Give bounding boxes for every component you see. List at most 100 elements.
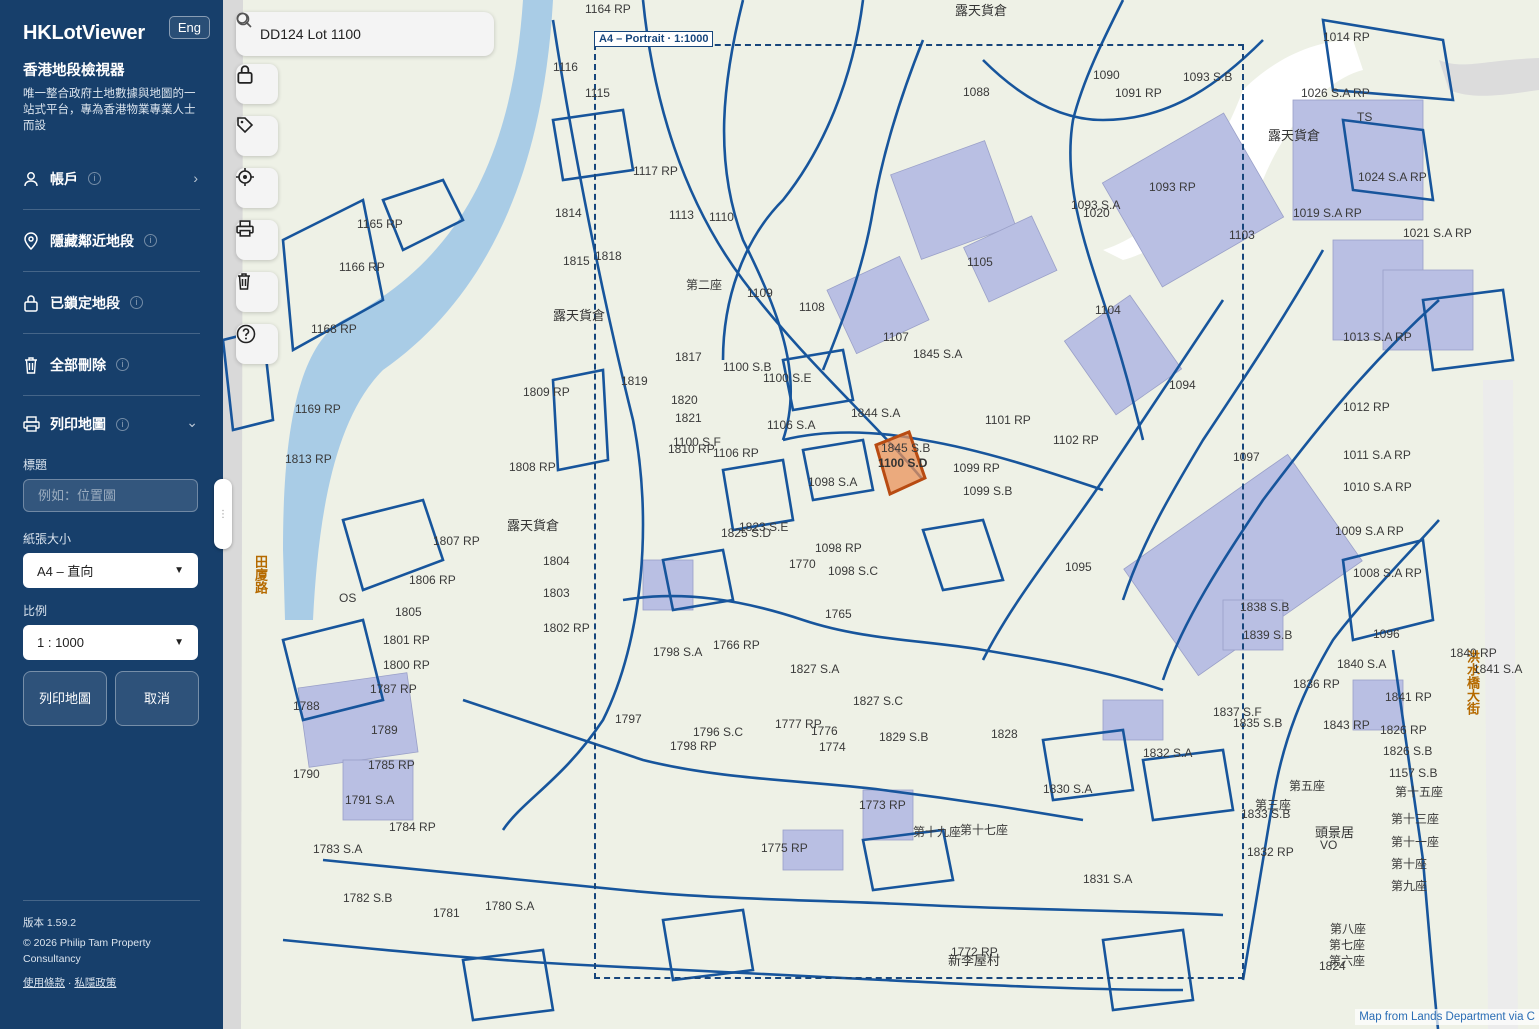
delete-tool-button[interactable] [236,272,278,312]
lot-label[interactable]: 1098 RP [815,541,862,555]
lot-label[interactable]: 1832 RP [1247,845,1294,859]
lot-label[interactable]: 1813 RP [285,452,332,466]
lot-label[interactable]: 1099 S.B [963,484,1012,498]
lot-label[interactable]: 1798 RP [670,739,717,753]
lot-label[interactable]: 第十七座 [960,821,1008,838]
map-canvas[interactable]: A4 – Portrait · 1:1000 露天貨倉 露天貨倉 露天貨倉 露天… [223,0,1539,1029]
info-icon[interactable]: i [88,172,101,185]
info-icon[interactable]: i [130,296,143,309]
lot-label[interactable]: 1772 RP [951,945,998,959]
lot-label[interactable]: 第十九座 [913,823,961,840]
lock-tool-button[interactable] [236,64,278,104]
lot-label[interactable]: 1097 [1233,450,1260,464]
lot-label[interactable]: 1093 S.B [1183,70,1232,84]
lot-label[interactable]: 1164 RP [585,2,631,16]
lot-label[interactable]: 第六座 [1329,952,1365,969]
lot-label[interactable]: 1826 RP [1380,723,1427,737]
lot-label[interactable]: 1837 S.F [1213,705,1262,719]
lot-label[interactable]: 1013 S.A RP [1343,330,1412,344]
lot-label[interactable]: 1828 [991,727,1018,741]
lot-label[interactable]: 1819 [621,374,648,388]
lot-label[interactable]: 1115 [585,86,610,100]
terms-link[interactable]: 使用條款 [23,977,65,989]
lot-label[interactable]: 第十座 [1391,855,1427,872]
lot-label[interactable]: 1780 S.A [485,899,534,913]
lot-label[interactable]: 1784 RP [389,820,436,834]
lot-label[interactable]: 1787 RP [370,682,417,696]
lot-label[interactable]: 1166 RP [339,260,385,274]
print-map-button[interactable]: 列印地圖 [23,671,107,726]
lot-label[interactable]: 1766 RP [713,638,760,652]
lot-label[interactable]: 1117 RP [633,164,678,178]
sidebar-item-print-map[interactable]: 列印地圖 i ⌄ [23,396,200,452]
lot-label[interactable]: 1825 S.D [721,526,771,540]
lot-label[interactable]: 1815 [563,254,590,268]
lot-label[interactable]: 1099 RP [953,461,1000,475]
lot-label[interactable]: 1798 S.A [653,645,702,659]
lot-label[interactable]: 1012 RP [1343,400,1390,414]
lot-label[interactable]: 1105 [967,255,993,269]
lot-label[interactable]: 1841 RP [1385,690,1432,704]
lot-label[interactable]: 1844 S.A [851,406,900,420]
lot-label[interactable]: 1108 [799,300,825,314]
lot-label[interactable]: 1165 RP [357,217,403,231]
lot-label[interactable]: 1796 S.C [693,725,743,739]
lot-label[interactable]: OS [339,591,356,605]
lot-label[interactable]: 1791 S.A [345,793,394,807]
lot-label[interactable]: 1116 [553,60,578,74]
lot-label[interactable]: 1841 S.A [1473,662,1522,676]
lot-label[interactable]: 1019 S.A RP [1293,206,1362,220]
lot-label[interactable]: 1840 S.A [1337,657,1386,671]
lot-label[interactable]: 1832 S.A [1143,746,1192,760]
lot-label[interactable]: 1808 RP [509,460,556,474]
lot-label[interactable]: 1157 S.B [1389,766,1437,780]
lot-label[interactable]: 1804 [543,554,570,568]
lot-label[interactable]: 1008 S.A RP [1353,566,1422,580]
lot-label[interactable]: 1814 [555,206,582,220]
lot-label[interactable]: 1109 [747,286,773,300]
lot-label[interactable]: 1110 [709,210,734,224]
lot-label[interactable]: 1103 [1229,228,1255,242]
search-bar[interactable]: DD124 Lot 1100 [236,12,494,56]
info-icon[interactable]: i [144,234,157,247]
lot-label[interactable]: 1765 [825,607,852,621]
lot-label[interactable]: 第二座 [686,276,722,293]
lot-label[interactable]: 1821 [675,411,702,425]
lot-label[interactable]: VO [1320,838,1337,852]
lot-label[interactable]: 1774 [819,740,846,754]
attribution-link[interactable]: Map from Lands Department [1359,1011,1505,1023]
info-icon[interactable]: i [116,358,129,371]
lot-label[interactable]: 第八座 [1330,920,1366,937]
lot-label[interactable]: 第五座 [1289,777,1325,794]
lot-label[interactable]: 1818 [595,249,622,263]
lot-label[interactable]: 1800 RP [383,658,430,672]
lot-label[interactable]: 1826 S.B [1383,744,1432,758]
lot-label[interactable]: 1845 S.B [881,441,930,455]
sidebar-item-locked-lots[interactable]: 已鎖定地段 i [23,272,200,334]
lot-label[interactable]: 1783 S.A [313,842,362,856]
lot-label[interactable]: 1094 [1169,378,1196,392]
lot-label[interactable]: 1770 [789,557,816,571]
lot-label[interactable]: 1802 RP [543,621,590,635]
lot-label[interactable]: 1836 RP [1293,677,1340,691]
help-tool-button[interactable] [236,324,278,364]
lot-label[interactable]: 1803 [543,586,570,600]
lot-label[interactable]: 1095 [1065,560,1092,574]
lot-label[interactable]: 1809 RP [523,385,570,399]
lot-label[interactable]: 1839 S.B [1243,628,1292,642]
lot-label[interactable]: 1789 [371,723,398,737]
title-input[interactable] [23,479,198,512]
lot-label[interactable]: 1014 RP [1323,30,1370,44]
lot-label[interactable]: 1785 RP [368,758,415,772]
lot-label[interactable]: 1088 [963,85,990,99]
paper-size-select[interactable]: A4 – 直向 ▼ [23,553,198,588]
locate-tool-button[interactable] [236,168,278,208]
cancel-button[interactable]: 取消 [115,671,199,726]
lot-label[interactable]: 1776 [811,724,838,738]
lot-label[interactable]: 1100 S.E [763,371,811,385]
lot-label[interactable]: 第九座 [1391,877,1427,894]
scale-select[interactable]: 1 : 1000 ▼ [23,625,198,660]
sidebar-collapse-handle[interactable]: ⋮ [214,479,232,549]
sidebar-item-delete-all[interactable]: 全部刪除 i [23,334,200,396]
lot-label[interactable]: 1801 RP [383,633,430,647]
